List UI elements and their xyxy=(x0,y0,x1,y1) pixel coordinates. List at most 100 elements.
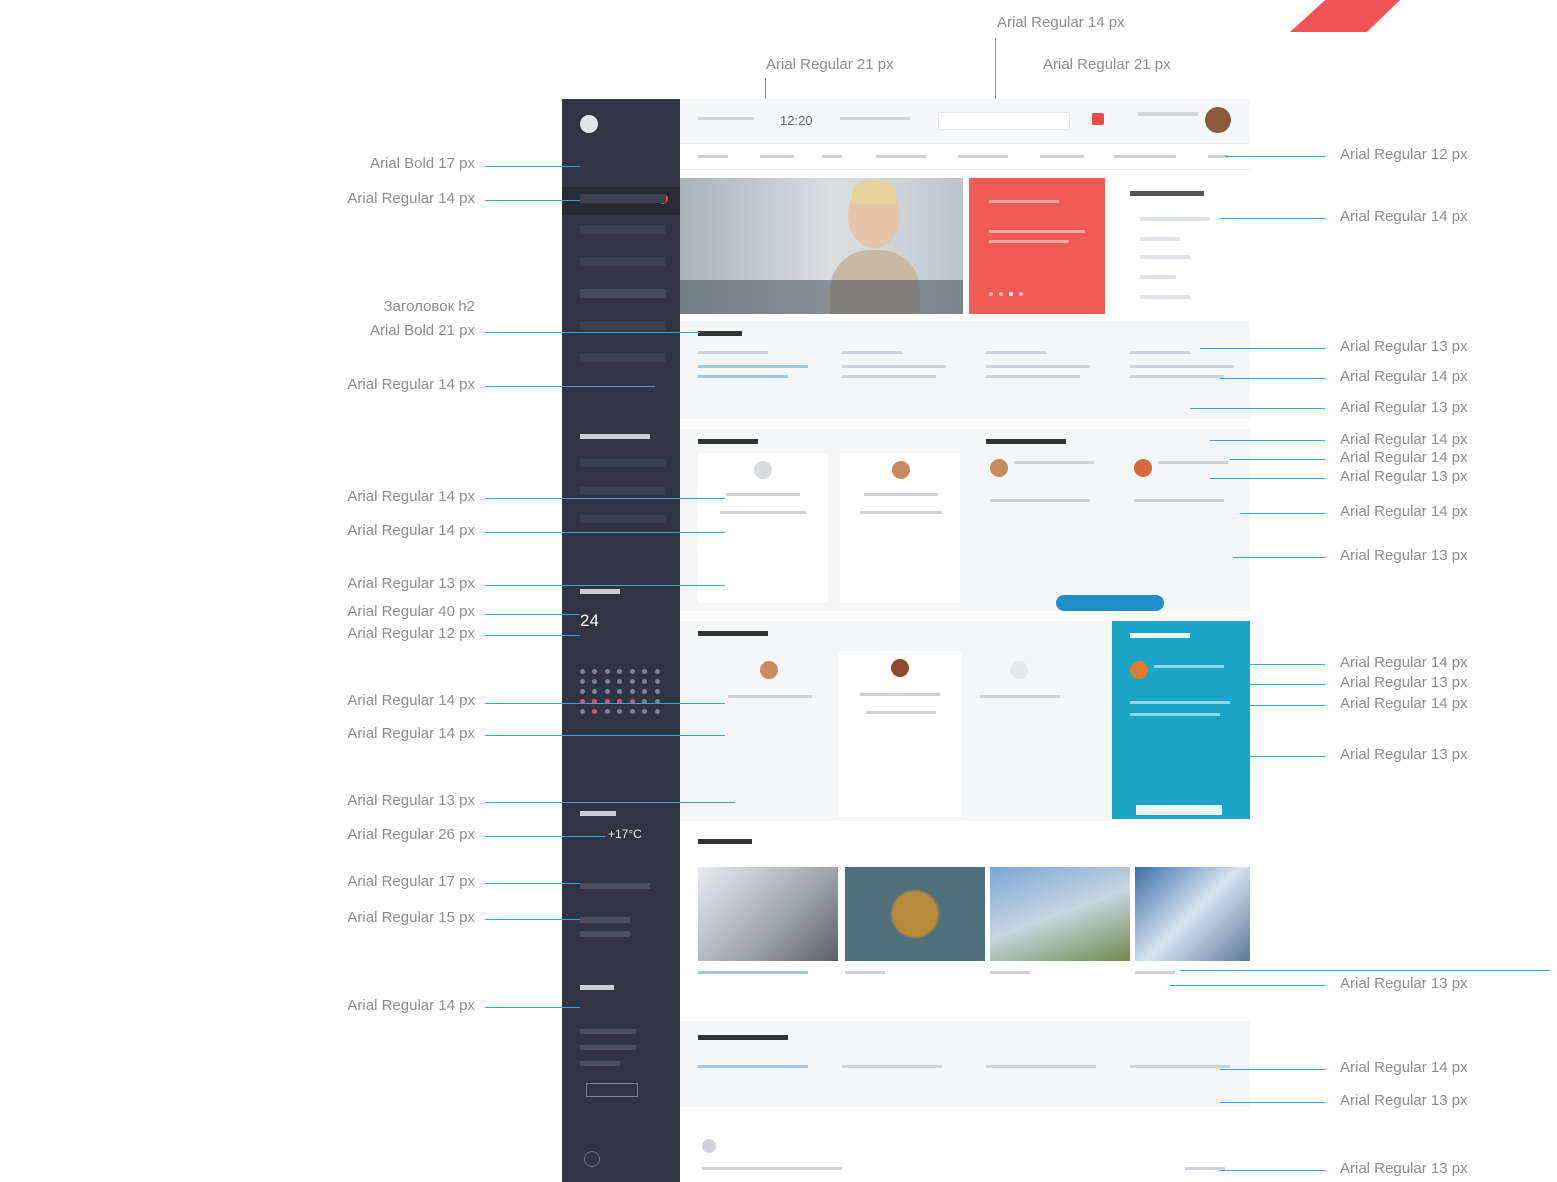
news-headline[interactable] xyxy=(842,375,936,378)
weather-title xyxy=(580,811,616,816)
ideas-avatar xyxy=(1130,661,1148,679)
footer-link[interactable] xyxy=(1185,1167,1225,1170)
annotation-right-5: Arial Regular 13 px xyxy=(1340,399,1468,416)
help-icon[interactable] xyxy=(584,1151,600,1167)
ideas-card[interactable] xyxy=(1112,621,1250,819)
annotation-leader xyxy=(1220,1170,1325,1171)
annotation-left-8: Arial Regular 13 px xyxy=(347,575,475,592)
sidebar-item[interactable] xyxy=(580,257,666,266)
sidebar-item[interactable] xyxy=(580,487,666,495)
sidebar-item[interactable] xyxy=(580,515,666,523)
sidebar-item[interactable] xyxy=(580,289,666,298)
employees-title xyxy=(698,439,758,444)
annotation-left-3: Заголовок h2 xyxy=(383,298,475,315)
photo-caption[interactable] xyxy=(845,971,885,974)
annotation-left-14: Arial Regular 26 px xyxy=(347,826,475,843)
annotation-leader xyxy=(485,1007,580,1008)
poll-option[interactable] xyxy=(580,1045,636,1050)
annotation-leader xyxy=(485,919,580,920)
vacancy-card[interactable] xyxy=(838,651,962,817)
annotation-leader xyxy=(1170,985,1325,986)
calendar-grid[interactable] xyxy=(580,669,662,714)
annotation-right-13: Arial Regular 14 px xyxy=(1340,695,1468,712)
tab[interactable] xyxy=(698,155,728,158)
promo-pager[interactable] xyxy=(989,292,1023,296)
news-headline[interactable] xyxy=(986,365,1090,368)
sidebar-item[interactable] xyxy=(580,194,666,203)
annotation-leader xyxy=(485,883,580,884)
poll-option[interactable] xyxy=(580,1029,636,1034)
employee-card[interactable] xyxy=(840,453,960,603)
photo-building[interactable] xyxy=(990,867,1130,961)
news-headline[interactable] xyxy=(986,375,1080,378)
vote-button[interactable] xyxy=(586,1083,638,1097)
photo-caption[interactable] xyxy=(1135,971,1175,974)
news-headline[interactable] xyxy=(698,365,808,368)
annotation-leader xyxy=(1240,513,1325,514)
annotation-right-2: Arial Regular 14 px xyxy=(1340,208,1468,225)
vacancies-section xyxy=(680,621,1112,821)
photo-emblem[interactable] xyxy=(845,867,985,961)
annotation-leader xyxy=(1233,557,1325,558)
photo-caption[interactable] xyxy=(990,971,1030,974)
annotation-leader xyxy=(1210,440,1325,441)
hero-banner[interactable] xyxy=(680,178,963,314)
category-item[interactable] xyxy=(1140,237,1180,241)
tab[interactable] xyxy=(958,155,1008,158)
annotation-leader xyxy=(1180,970,1550,971)
annotation-right-11: Arial Regular 14 px xyxy=(1340,654,1468,671)
announcement-link[interactable] xyxy=(1130,1065,1230,1068)
annotation-top-right: Arial Regular 21 px xyxy=(1043,56,1171,73)
tab[interactable] xyxy=(822,155,842,158)
news-date xyxy=(698,351,768,354)
news-date xyxy=(1130,351,1190,354)
sidebar-item[interactable] xyxy=(580,459,666,467)
news-headline[interactable] xyxy=(698,375,788,378)
show-more-button[interactable] xyxy=(1056,595,1164,611)
sidebar-item[interactable] xyxy=(580,225,666,234)
announcement-link[interactable] xyxy=(842,1065,942,1068)
sidebar-item[interactable] xyxy=(580,321,666,330)
annotation-leader xyxy=(1250,664,1325,665)
annotation-leader xyxy=(485,703,725,704)
ideas-text xyxy=(1130,701,1230,704)
announcement-link[interactable] xyxy=(698,1065,808,1068)
sidebar-item[interactable] xyxy=(580,353,666,362)
category-item[interactable] xyxy=(1140,255,1190,259)
news-headline[interactable] xyxy=(1130,365,1234,368)
category-item[interactable] xyxy=(1140,275,1176,279)
annotation-leader xyxy=(1220,1102,1325,1103)
photo-caption[interactable] xyxy=(698,971,808,974)
photo-office[interactable] xyxy=(698,867,838,961)
tab[interactable] xyxy=(876,155,926,158)
ideas-button[interactable] xyxy=(1136,805,1222,815)
announcements-section xyxy=(680,1021,1250,1107)
tab[interactable] xyxy=(1114,155,1176,158)
annotation-leader xyxy=(1250,756,1325,757)
notification-icon[interactable] xyxy=(1092,113,1104,125)
photo-people[interactable] xyxy=(1135,867,1250,961)
poll-option[interactable] xyxy=(580,1061,620,1066)
logo-icon xyxy=(580,115,598,133)
annotation-leader xyxy=(485,585,725,586)
category-item[interactable] xyxy=(1140,295,1190,299)
annotation-left-4: Arial Bold 21 px xyxy=(369,322,475,339)
employee-card[interactable] xyxy=(698,453,828,603)
date-text xyxy=(698,117,754,120)
avatar[interactable] xyxy=(1205,107,1231,133)
weather-temperature: +17°C xyxy=(608,827,642,841)
promo-banner[interactable] xyxy=(969,178,1105,314)
tab[interactable] xyxy=(760,155,794,158)
category-item[interactable] xyxy=(1140,217,1210,221)
annotation-leader xyxy=(1230,459,1325,460)
news-headline[interactable] xyxy=(1130,375,1224,378)
vacancy-avatar xyxy=(760,661,778,679)
annotation-left-6: Arial Regular 14 px xyxy=(347,488,475,505)
announcement-link[interactable] xyxy=(986,1065,1096,1068)
corner-accent-shape xyxy=(1290,0,1400,32)
footer-text xyxy=(702,1167,842,1170)
search-input[interactable] xyxy=(938,112,1070,130)
news-headline[interactable] xyxy=(842,365,946,368)
tab[interactable] xyxy=(1040,155,1084,158)
mockup-sidebar: 24 +17°C xyxy=(562,99,680,1182)
